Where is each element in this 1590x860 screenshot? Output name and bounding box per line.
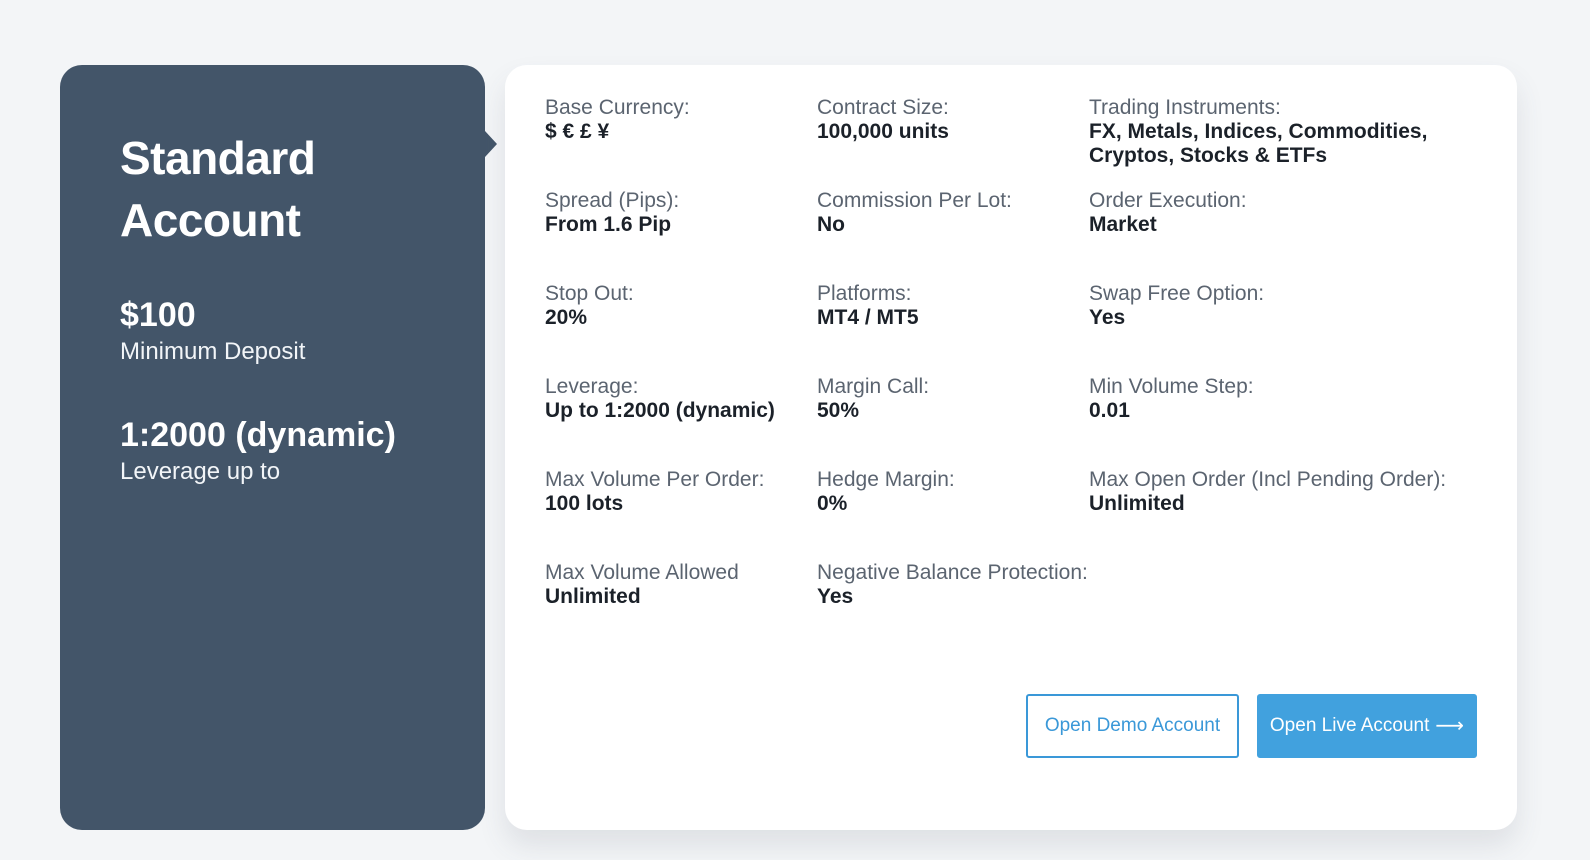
spec-value: No <box>817 213 845 236</box>
leverage-caption: Leverage up to <box>120 458 281 485</box>
leverage-value: 1:2000 (dynamic) <box>120 416 396 454</box>
spec-order-execution: Order Execution: Market <box>1089 188 1485 281</box>
spec-label: Contract Size: <box>817 96 949 119</box>
spec-label: Trading Instruments: <box>1089 96 1281 119</box>
account-title: Standard Account <box>120 127 485 251</box>
spec-value: Yes <box>1089 306 1126 329</box>
spec-label: Hedge Margin: <box>817 468 955 491</box>
account-title-line2: Account <box>120 194 301 246</box>
arrow-right-icon: ⟶ <box>1435 715 1465 737</box>
spec-label: Spread (Pips): <box>545 189 680 212</box>
open-live-account-button[interactable]: Open Live Account ⟶ <box>1257 694 1477 758</box>
spec-commission: Commission Per Lot: No <box>817 188 1089 281</box>
spec-value: 100,000 units <box>817 120 949 143</box>
spec-negative-balance-protection: Negative Balance Protection: Yes <box>817 560 1089 653</box>
min-deposit-value: $100 <box>120 296 196 334</box>
spec-label: Stop Out: <box>545 282 634 305</box>
spec-label: Leverage: <box>545 375 639 398</box>
spec-max-open-order: Max Open Order (Incl Pending Order): Unl… <box>1089 467 1485 560</box>
spec-label: Commission Per Lot: <box>817 189 1012 212</box>
spec-label: Platforms: <box>817 282 912 305</box>
spec-value: From 1.6 Pip <box>545 213 672 236</box>
spec-label: Max Volume Per Order: <box>545 468 765 491</box>
spec-value: Unlimited <box>545 585 641 608</box>
spec-base-currency: Base Currency: $ € £ ¥ <box>545 95 817 188</box>
spec-value: Unlimited <box>1089 492 1185 515</box>
spec-label: Base Currency: <box>545 96 690 119</box>
leverage-block: 1:2000 (dynamic) Leverage up to <box>120 415 485 487</box>
spec-value: Up to 1:2000 (dynamic) <box>545 399 775 422</box>
open-demo-account-label: Open Demo Account <box>1044 715 1221 736</box>
spec-value: MT4 / MT5 <box>817 306 919 329</box>
spec-label: Max Volume Allowed <box>545 561 739 584</box>
spec-max-volume-per-order: Max Volume Per Order: 100 lots <box>545 467 817 560</box>
spec-platforms: Platforms: MT4 / MT5 <box>817 281 1089 374</box>
spec-label: Margin Call: <box>817 375 930 398</box>
spec-leverage: Leverage: Up to 1:2000 (dynamic) <box>545 374 817 467</box>
spec-value: 0% <box>817 492 848 515</box>
spec-trading-instruments: Trading Instruments: FX, Metals, Indices… <box>1089 95 1485 188</box>
spec-grid: Base Currency: $ € £ ¥ Contract Size: 10… <box>545 95 1485 653</box>
spec-label: Order Execution: <box>1089 189 1247 212</box>
spec-value: 20% <box>545 306 588 329</box>
account-title-line1: Standard <box>120 132 316 184</box>
spec-label: Swap Free Option: <box>1089 282 1265 305</box>
spec-label: Min Volume Step: <box>1089 375 1254 398</box>
spec-label: Negative Balance Protection: <box>817 561 1088 584</box>
panel-pointer <box>485 131 497 157</box>
account-actions: Open Demo Account Open Live Account ⟶ <box>1026 694 1477 758</box>
spec-value: 50% <box>817 399 860 422</box>
spec-value: Yes <box>817 585 854 608</box>
spec-stop-out: Stop Out: 20% <box>545 281 817 374</box>
spec-value: $ € £ ¥ <box>545 120 610 143</box>
spec-max-volume-allowed: Max Volume Allowed Unlimited <box>545 560 817 653</box>
spec-hedge-margin: Hedge Margin: 0% <box>817 467 1089 560</box>
spec-value: 0.01 <box>1089 399 1130 422</box>
open-live-account-label: Open Live Account <box>1269 715 1430 736</box>
account-summary-panel: Standard Account $100 Minimum Deposit 1:… <box>60 65 497 830</box>
spec-value: Market <box>1089 213 1157 236</box>
account-details-card: Base Currency: $ € £ ¥ Contract Size: 10… <box>505 65 1517 830</box>
spec-value: 100 lots <box>545 492 624 515</box>
spec-spread: Spread (Pips): From 1.6 Pip <box>545 188 817 281</box>
open-demo-account-button[interactable]: Open Demo Account <box>1026 694 1239 758</box>
min-deposit-block: $100 Minimum Deposit <box>120 295 485 367</box>
spec-value: FX, Metals, Indices, Commodities, Crypto… <box>1089 120 1428 167</box>
spec-label: Max Open Order (Incl Pending Order): <box>1089 468 1447 491</box>
min-deposit-caption: Minimum Deposit <box>120 338 306 365</box>
spec-min-volume-step: Min Volume Step: 0.01 <box>1089 374 1485 467</box>
spec-contract-size: Contract Size: 100,000 units <box>817 95 1089 188</box>
spec-swap-free: Swap Free Option: Yes <box>1089 281 1485 374</box>
spec-margin-call: Margin Call: 50% <box>817 374 1089 467</box>
